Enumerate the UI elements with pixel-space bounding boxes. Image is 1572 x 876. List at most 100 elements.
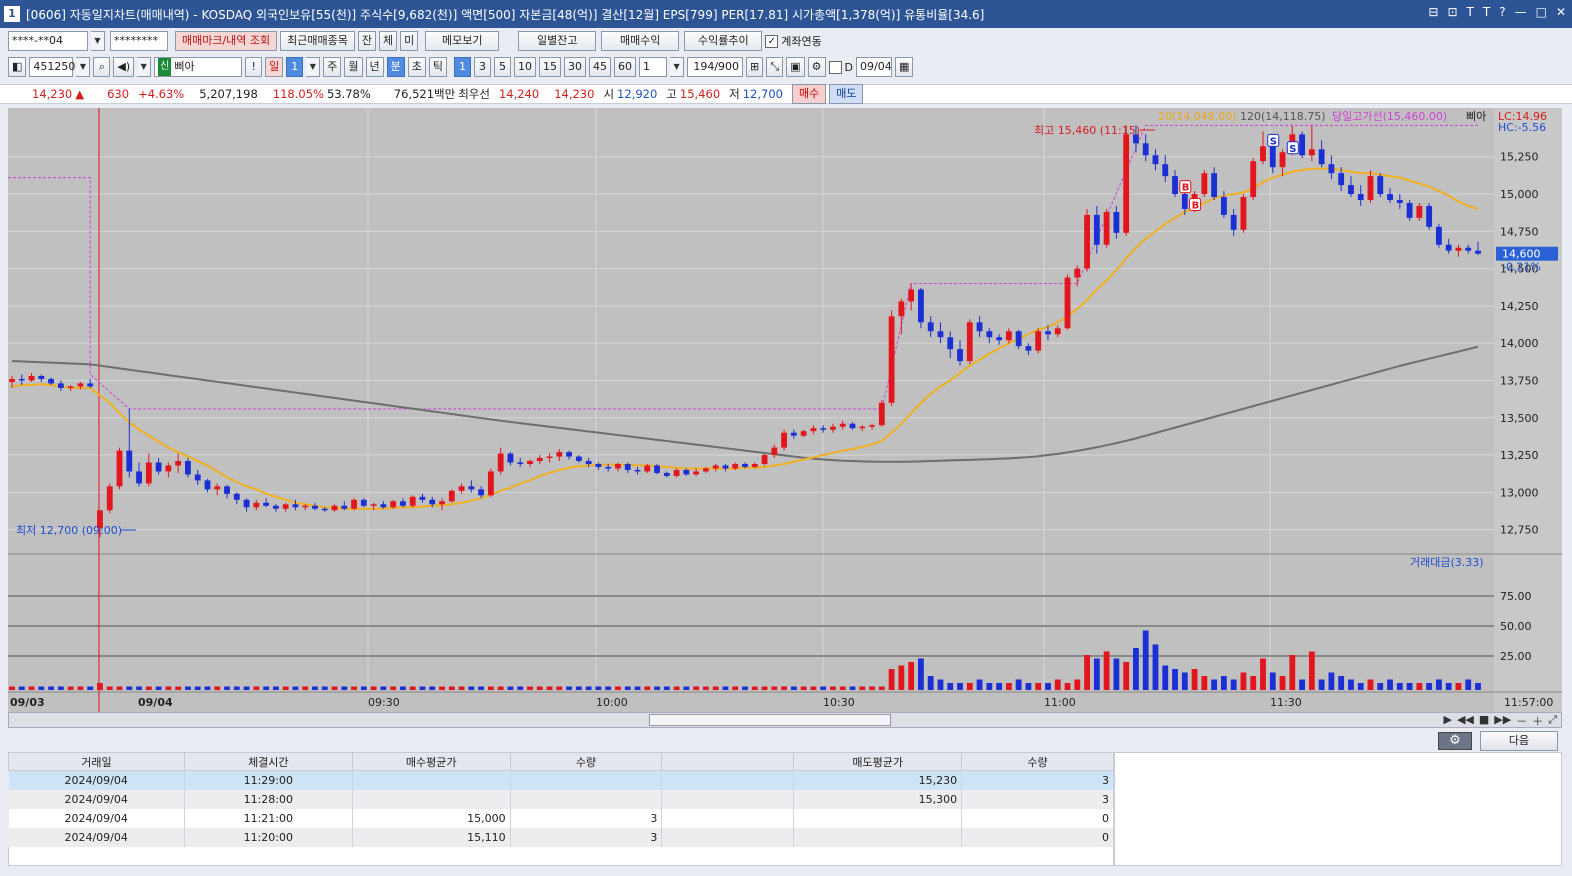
layout-icon[interactable]: ⊟ — [1428, 5, 1438, 19]
date-field[interactable]: 09/04 — [856, 57, 893, 77]
bar-total: /900 — [714, 60, 740, 73]
chart-scrollbar[interactable]: ▶ ◀◀ ■ ▶▶ － ＋ ⤢ — [8, 712, 1562, 728]
expand-icon[interactable]: ⤢ — [1548, 713, 1557, 729]
day-count-field[interactable]: 1 — [286, 57, 304, 77]
volume-bar — [1103, 651, 1110, 690]
font-icon[interactable]: T — [1483, 5, 1490, 19]
chart-type-icon[interactable]: ◧ — [8, 57, 27, 77]
volume-bar — [722, 686, 729, 690]
interval-count-field[interactable]: 1 — [639, 57, 668, 77]
candle-body — [409, 496, 416, 506]
cell-sell-avg: 15,230 — [793, 770, 963, 790]
candlestick — [712, 464, 719, 472]
help-icon[interactable]: ? — [1499, 5, 1505, 19]
text-icon[interactable]: T — [1467, 5, 1474, 19]
trade-marker-letter: B — [1192, 200, 1200, 211]
maximize-icon[interactable]: □ — [1536, 5, 1547, 19]
candlestick — [507, 452, 514, 466]
volume-bar — [820, 686, 827, 690]
alert-button[interactable]: ! — [245, 57, 263, 77]
unfilled-button[interactable]: 미 — [400, 31, 419, 51]
candlestick — [693, 468, 700, 476]
period-month-button[interactable]: 월 — [344, 57, 363, 77]
gear-icon[interactable]: ⚙ — [807, 57, 826, 77]
candlestick — [136, 462, 142, 487]
executed-button[interactable]: 체 — [379, 31, 398, 51]
trade-profit-button[interactable]: 매매수익 — [601, 31, 680, 51]
period-tick-button[interactable]: 틱 — [428, 57, 448, 77]
zoom-out-icon[interactable]: － — [1516, 713, 1527, 729]
interval-1-button[interactable]: 1 — [454, 57, 472, 77]
settings-gear-icon[interactable]: ⚙ — [1438, 732, 1472, 750]
calendar-icon[interactable]: ▦ — [895, 57, 914, 77]
interval-5-button[interactable]: 5 — [494, 57, 512, 77]
candle-body — [800, 431, 807, 436]
account-dropdown-icon[interactable]: ▼ — [91, 31, 105, 51]
interval-15-button[interactable]: 15 — [539, 57, 562, 77]
volume: 5,207,198 — [199, 87, 258, 101]
period-minute-button[interactable]: 분 — [386, 57, 405, 77]
play-icon[interactable]: ▶ — [1443, 713, 1451, 729]
d-checkbox[interactable] — [828, 60, 842, 74]
interval-10-button[interactable]: 10 — [514, 57, 537, 77]
volume-bar — [1396, 683, 1403, 690]
stock-code-input[interactable]: 451250 — [29, 57, 75, 77]
table-row[interactable]: 2024/09/04 11:21:00 15,000 3 0 — [8, 808, 1114, 828]
period-second-button[interactable]: 초 — [407, 57, 426, 77]
restore-layout-icon[interactable]: ⊡ — [1447, 5, 1457, 19]
candle-body — [1230, 214, 1237, 230]
speaker-dropdown-icon[interactable]: ▼ — [137, 57, 152, 77]
recent-trades-button[interactable]: 최근매매종목 — [280, 31, 355, 51]
interval-45-button[interactable]: 45 — [589, 57, 612, 77]
save-icon[interactable]: ▣ — [786, 57, 805, 77]
yield-trend-button[interactable]: 수익률추이 — [684, 31, 763, 51]
memo-button[interactable]: 메모보기 — [425, 31, 500, 51]
period-week-button[interactable]: 주 — [323, 57, 342, 77]
sell-button[interactable]: 매도 — [829, 84, 864, 104]
volume-bar — [439, 686, 445, 690]
minimize-icon[interactable]: — — [1515, 5, 1527, 19]
daily-balance-button[interactable]: 일별잔고 — [518, 31, 597, 51]
stop-icon[interactable]: ■ — [1479, 713, 1489, 729]
chart-canvas[interactable]: 15,25015,00014,75014,50014,25014,00013,7… — [8, 108, 1562, 712]
candle-body — [1181, 194, 1188, 209]
scrollbar-thumb[interactable] — [649, 714, 891, 726]
code-dropdown-icon[interactable]: ▼ — [76, 57, 91, 77]
interval-count-dropdown-icon[interactable]: ▼ — [670, 57, 685, 77]
candle-body — [1377, 176, 1384, 195]
search-icon[interactable]: ⌕ — [93, 57, 111, 77]
interval-3-button[interactable]: 3 — [474, 57, 492, 77]
interval-30-button[interactable]: 30 — [564, 57, 587, 77]
table-row[interactable]: 2024/09/04 11:20:00 15,110 3 0 — [8, 827, 1114, 847]
password-field[interactable]: ******** — [110, 31, 168, 51]
table-row[interactable]: 2024/09/04 11:28:00 15,300 3 — [8, 789, 1114, 809]
table-row[interactable]: 2024/09/04 11:29:00 15,230 3 — [8, 770, 1114, 790]
period-year-button[interactable]: 년 — [365, 57, 384, 77]
chart-settings-icon[interactable]: ⊞ — [746, 57, 764, 77]
account-link-checkbox[interactable]: ✓ — [765, 34, 779, 48]
close-icon[interactable]: ✕ — [1556, 5, 1566, 19]
price-chart[interactable]: 15,250 15,000 14,750 14,500 14,250 14,000 13,7… — [8, 108, 1562, 712]
buy-button[interactable]: 매수 — [791, 84, 827, 104]
day-count-dropdown-icon[interactable]: ▼ — [306, 57, 321, 77]
candle-body — [1074, 268, 1081, 278]
period-day-button[interactable]: 일 — [265, 57, 284, 77]
rewind-icon[interactable]: ◀◀ — [1457, 713, 1474, 729]
volume-bar — [1338, 676, 1345, 690]
next-button[interactable]: 다음 — [1480, 731, 1558, 751]
balance-button[interactable]: 잔 — [357, 31, 377, 51]
zoom-in-icon[interactable]: ＋ — [1532, 713, 1543, 729]
open-label: 시 — [603, 87, 615, 101]
trade-marks-button[interactable]: 매매마크/내역 조회 — [175, 31, 278, 51]
speaker-icon[interactable]: ◀) — [113, 57, 135, 77]
volume-bar — [790, 686, 797, 690]
time-tick-label: 09:30 — [368, 696, 400, 709]
bar-count-field[interactable]: 194/900 — [687, 57, 744, 77]
time-tick-label: 11:30 — [1270, 696, 1302, 709]
volume-bar — [351, 686, 357, 690]
account-select[interactable]: ****-**04 — [8, 31, 88, 51]
draw-tool-icon[interactable]: ⤡ — [766, 57, 784, 77]
stock-name-field[interactable]: 신 삐아 — [154, 57, 243, 77]
interval-60-button[interactable]: 60 — [614, 57, 637, 77]
forward-icon[interactable]: ▶▶ — [1494, 713, 1511, 729]
